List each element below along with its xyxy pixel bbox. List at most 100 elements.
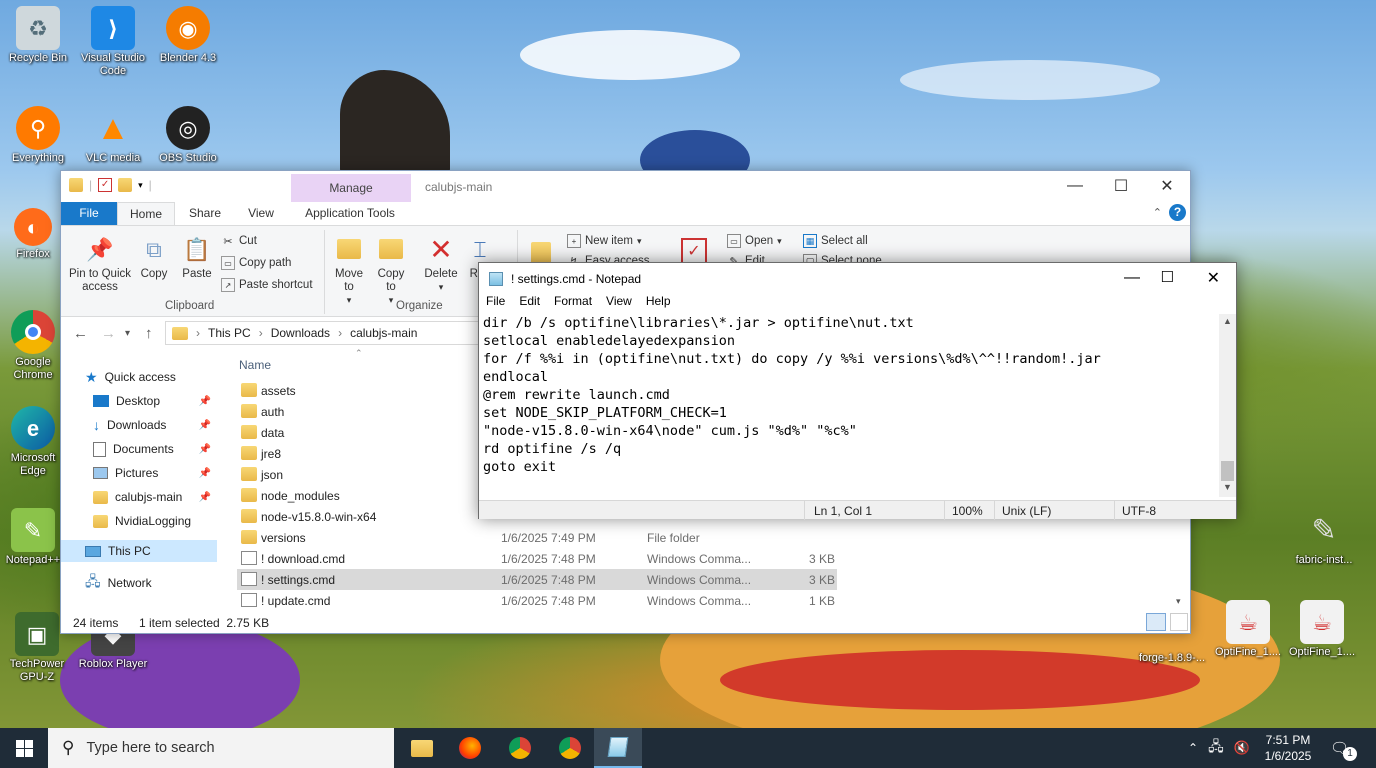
delete-button[interactable]: ✕ Delete ▾ — [421, 234, 461, 294]
chevron-up-icon[interactable]: ⌃ — [1188, 741, 1198, 755]
maximize-button[interactable]: ☐ — [1161, 268, 1174, 286]
address-bar[interactable]: › This PC › Downloads › calubjs-main — [165, 321, 495, 345]
close-button[interactable]: ✕ — [1207, 268, 1220, 288]
minimize-button[interactable]: — — [1052, 171, 1098, 201]
network-icon[interactable]: 🖧 — [1208, 736, 1224, 760]
search-icon: ⚲ — [62, 738, 75, 757]
desktop-icon-edge[interactable]: e Microsoft Edge — [3, 406, 63, 478]
maximize-button[interactable]: ☐ — [1098, 171, 1144, 201]
desktop-icon-chrome[interactable]: Google Chrome — [3, 310, 63, 382]
desktop-icon-blender[interactable]: ◉ Blender 4.3 — [153, 6, 223, 65]
tab-view[interactable]: View — [235, 202, 287, 225]
copy-path-button[interactable]: ▭ Copy path — [221, 254, 291, 272]
nav-nvidialogging[interactable]: NvidiaLogging — [61, 510, 217, 532]
desktop-icon-optifine-2[interactable]: ☕ OptiFine_1.... — [1284, 600, 1360, 659]
nav-network[interactable]: 🖧 Network — [61, 572, 217, 594]
desktop-icon-everything[interactable]: ⚲ Everything — [3, 106, 73, 165]
open-button[interactable]: ▭ Open ▾ — [727, 232, 782, 250]
nav-label: Downloads — [107, 418, 167, 432]
taskbar-notepad[interactable] — [594, 728, 642, 768]
select-all-button[interactable]: ▦ Select all — [803, 232, 868, 250]
breadcrumb-item[interactable]: calubjs-main — [350, 326, 417, 340]
tab-home[interactable]: Home — [117, 202, 175, 226]
nav-documents[interactable]: Documents 📌 — [61, 438, 217, 460]
back-arrow-icon[interactable]: ← — [73, 325, 88, 342]
chevron-down-icon[interactable]: ▾ — [138, 180, 143, 191]
taskbar-chrome[interactable] — [496, 728, 544, 768]
notification-center-button[interactable]: 🗨 1 — [1330, 728, 1363, 768]
pin-icon[interactable]: 📌 — [199, 468, 211, 479]
manage-tab[interactable]: Manage — [291, 174, 411, 202]
search-box[interactable]: ⚲ Type here to search — [48, 728, 394, 768]
list-item[interactable]: ! download.cmd 1/6/2025 7:48 PM Windows Co… — [237, 548, 837, 569]
pin-icon[interactable]: 📌 — [199, 492, 211, 503]
desktop-icon-label: OptiFine_1.... — [1288, 646, 1356, 658]
copy-to-button[interactable]: Copy to ▾ — [373, 234, 409, 307]
chevron-down-icon: ▾ — [777, 235, 782, 246]
desktop-icon-optifine-1[interactable]: ☕ OptiFine_1.... — [1210, 600, 1286, 659]
nav-downloads[interactable]: ↓ Downloads 📌 — [61, 414, 217, 436]
menu-format[interactable]: Format — [547, 294, 599, 313]
minimize-button[interactable]: — — [1124, 269, 1140, 287]
tab-application-tools[interactable]: Application Tools — [293, 202, 407, 225]
clock[interactable]: 7:51 PM 1/6/2025 — [1262, 728, 1314, 768]
desktop-icon-vlc[interactable]: ▲ VLC media — [78, 106, 148, 165]
speaker-muted-icon[interactable]: 🔇 — [1234, 740, 1250, 756]
nav-pictures[interactable]: Pictures 📌 — [61, 462, 217, 484]
pin-icon[interactable]: 📌 — [199, 396, 211, 407]
menu-edit[interactable]: Edit — [512, 294, 547, 313]
select-all-icon: ▦ — [803, 234, 817, 248]
pin-icon[interactable]: 📌 — [199, 444, 211, 455]
menu-view[interactable]: View — [599, 294, 639, 313]
nav-this-pc[interactable]: This PC — [61, 540, 217, 562]
desktop-icon-fabric[interactable]: ✎ fabric-inst... — [1286, 508, 1362, 567]
desktop-icon-recycle-bin[interactable]: ♻ Recycle Bin — [3, 6, 73, 65]
pin-icon[interactable]: 📌 — [199, 420, 211, 431]
breadcrumb-item[interactable]: This PC — [208, 326, 251, 340]
text-editor[interactable]: dir /b /s optifine\libraries\*.jar > opt… — [483, 314, 1221, 497]
forward-arrow-icon[interactable]: → — [101, 325, 116, 342]
taskbar-firefox[interactable] — [446, 728, 494, 768]
pin-to-quick-access-button[interactable]: 📌 Pin to Quick access — [67, 234, 133, 294]
scroll-up-icon[interactable]: ▲ — [1223, 316, 1232, 326]
list-item[interactable]: ! update.cmd 1/6/2025 7:48 PM Windows Comm… — [237, 590, 837, 611]
cut-button[interactable]: ✂ Cut — [221, 232, 257, 250]
close-button[interactable]: ✕ — [1144, 171, 1190, 201]
start-button[interactable] — [0, 728, 48, 768]
column-header-name[interactable]: Name — [239, 358, 271, 372]
properties-icon[interactable]: ✓ — [98, 178, 113, 192]
desktop-icon-notepadpp[interactable]: ✎ Notepad++ — [3, 508, 63, 567]
up-arrow-icon[interactable]: ↑ — [145, 325, 153, 342]
collapse-ribbon-icon[interactable]: ⌃ — [1153, 206, 1162, 219]
new-item-button[interactable]: + New item ▾ — [567, 232, 641, 250]
scroll-down-icon[interactable]: ▾ — [1176, 596, 1181, 607]
new-folder-icon[interactable] — [118, 178, 133, 192]
nav-desktop[interactable]: Desktop 📌 — [61, 390, 217, 412]
vertical-scrollbar[interactable]: ▲ ▼ — [1219, 314, 1236, 497]
paste-shortcut-button[interactable]: ↗ Paste shortcut — [221, 276, 313, 294]
menu-file[interactable]: File — [479, 294, 512, 313]
tab-file[interactable]: File — [61, 202, 117, 225]
recent-locations-icon[interactable]: ▾ — [125, 328, 130, 339]
taskbar-file-explorer[interactable] — [398, 728, 446, 768]
details-view-icon[interactable] — [1146, 613, 1166, 631]
scroll-down-icon[interactable]: ▼ — [1223, 482, 1232, 492]
move-to-button[interactable]: Move to ▾ — [331, 234, 367, 307]
help-icon[interactable]: ? — [1169, 204, 1186, 221]
taskbar-chrome-profile[interactable] — [546, 728, 594, 768]
desktop-icon-obs[interactable]: ◎ OBS Studio — [153, 106, 223, 165]
desktop-icon-firefox[interactable]: ◐ Firefox — [3, 208, 63, 261]
breadcrumb-item[interactable]: Downloads — [271, 326, 330, 340]
desktop-icon-vscode[interactable]: ⟩ Visual Studio Code — [78, 6, 148, 78]
nav-quick-access[interactable]: ★ Quick access — [61, 366, 217, 388]
nav-calubjs-main[interactable]: calubjs-main 📌 — [61, 486, 217, 508]
paste-button[interactable]: 📋 Paste — [177, 234, 217, 281]
nav-label: Network — [107, 576, 152, 590]
scroll-thumb[interactable] — [1221, 461, 1234, 481]
copy-button[interactable]: ⧉ Copy — [135, 234, 173, 281]
menu-help[interactable]: Help — [639, 294, 678, 313]
large-icons-view-icon[interactable] — [1170, 613, 1188, 631]
list-item[interactable]: versions 1/6/2025 7:49 PM File folder — [237, 527, 837, 548]
tab-share[interactable]: Share — [179, 202, 231, 225]
list-item-selected[interactable]: ! settings.cmd 1/6/2025 7:48 PM Windows Co… — [237, 569, 837, 590]
